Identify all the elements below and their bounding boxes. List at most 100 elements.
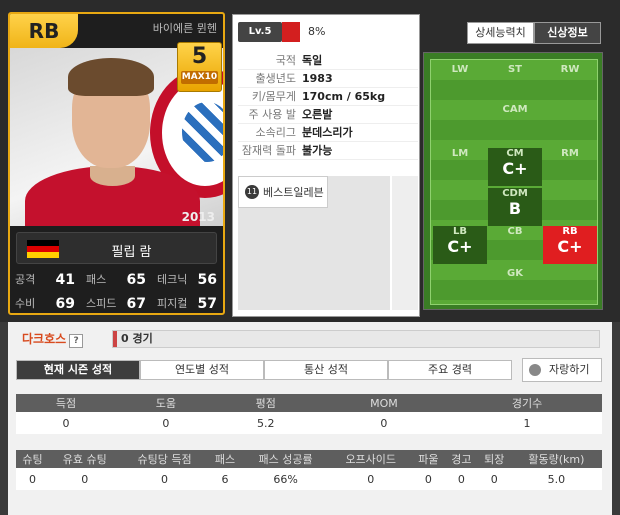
pitch-lb: LB C+ (433, 226, 487, 264)
name-bar: 필립 람 (16, 232, 217, 264)
label: RM (561, 148, 579, 159)
info-row: 주 사용 발 오른발 (238, 106, 418, 124)
table-header: 경고 (444, 450, 478, 468)
table-cell: 0 (315, 412, 453, 434)
table-cell: 0 (329, 468, 412, 490)
pitch-cam: CAM (488, 104, 542, 142)
table-cell: 1 (452, 412, 602, 434)
label: 독일 (302, 54, 323, 67)
label: LW (451, 64, 469, 75)
table-cell: 0 (120, 468, 209, 490)
label: 국적 (275, 54, 296, 67)
table-header: 평점 (215, 394, 316, 412)
table-header: 패스 (208, 450, 242, 468)
label: 불가능 (302, 144, 333, 157)
label: C+ (557, 237, 583, 256)
table-header: 활동량(km) (510, 450, 602, 468)
table-cell: 0 (16, 468, 49, 490)
label: 다크호스 (22, 332, 67, 346)
label: 1983 (302, 72, 333, 85)
max-label: MAX10 (181, 71, 218, 84)
pitch-st: ST (488, 64, 542, 102)
table-header: 경기수 (452, 394, 602, 412)
label: 170cm / 65kg (302, 90, 386, 103)
stat-label: 피지컬 (157, 297, 188, 310)
info-row: 소속리그 분데스리가 (238, 124, 418, 142)
pitch-cb: CB (488, 226, 542, 264)
tab-major-career[interactable]: 주요 경력 (388, 360, 512, 380)
overall-badge: 5 MAX10 (177, 42, 222, 92)
help-icon[interactable]: ? (69, 334, 84, 348)
season-panel: 다크호스? 0 경기 현재 시즌 성적 연도별 성적 통산 성적 주요 경력 자… (8, 322, 612, 515)
pitch-field: LW ST RW CAM LM CM C+ RM CDM B LB C+ CB RB C… (430, 59, 598, 305)
table-cell: 0 (444, 468, 478, 490)
tab-career-total[interactable]: 통산 성적 (264, 360, 388, 380)
pitch-cm: CM C+ (488, 148, 542, 186)
position-pitch: LW ST RW CAM LM CM C+ RM CDM B LB C+ CB RB C… (423, 52, 603, 310)
info-row: 출생년도 1983 (238, 70, 418, 88)
table-cell: 66% (241, 468, 330, 490)
player-card: RB 바이에른 뮌헨 2013 5 MAX10 필립 람 공격 41 패스 65 테… (8, 12, 225, 315)
label: RW (560, 64, 580, 75)
table-header: 유효 슈팅 (48, 450, 121, 468)
label: 오른발 (302, 108, 333, 121)
info-tabs: 상세능력치 신상정보 (467, 22, 601, 44)
label: C+ (447, 237, 473, 256)
table-header: 퇴장 (477, 450, 511, 468)
stat-value: 56 (197, 272, 217, 288)
detail-table: 슈팅 유효 슈팅 슈팅당 득점 패스 패스 성공률 오프사이드 파울 경고 퇴장 활동량(km) … (16, 450, 602, 490)
tab-yearly[interactable]: 연도별 성적 (140, 360, 264, 380)
tab-detail-stats[interactable]: 상세능력치 (467, 22, 534, 44)
label: GK (507, 268, 523, 279)
label: B (508, 199, 522, 218)
pitch-rm: RM (543, 148, 597, 186)
overall-value: 5 (191, 44, 208, 69)
share-button[interactable]: 자랑하기 (522, 358, 602, 382)
info-row: 국적 독일 (238, 52, 418, 70)
table-cell: 0 (48, 468, 121, 490)
skill-item[interactable]: 11 베스트일레븐 (238, 176, 328, 208)
position-badge: RB (10, 14, 78, 48)
table-cell: 0 (477, 468, 511, 490)
stat-label: 패스 (86, 273, 107, 286)
level-fill (282, 22, 300, 42)
label: LM (451, 148, 469, 159)
table-header: 도움 (115, 394, 216, 412)
table-header: 슈팅당 득점 (120, 450, 209, 468)
pitch-lm: LM (433, 148, 487, 186)
table-cell: 5.2 (215, 412, 316, 434)
label: CAM (502, 104, 528, 115)
stat-value: 41 (55, 272, 75, 288)
label: 분데스리가 (302, 126, 353, 139)
info-row: 키/몸무게 170cm / 65kg (238, 88, 418, 106)
table-cell: 0 (411, 468, 445, 490)
stat-value: 67 (126, 296, 146, 312)
stat-label: 테크닉 (157, 273, 188, 286)
club-name: 바이에른 뮌헨 (152, 22, 217, 35)
stat-label: 스피드 (86, 297, 117, 310)
label: RB (562, 226, 578, 237)
table-header: MOM (315, 394, 453, 412)
games-bar: 0 경기 (112, 330, 600, 348)
player-name: 필립 람 (111, 245, 152, 260)
skill-scrollbar[interactable] (392, 176, 418, 310)
table-header: 슈팅 (16, 450, 49, 468)
pitch-cdm: CDM B (488, 188, 542, 226)
label: CM (506, 148, 524, 159)
skill-label: 베스트일레븐 (263, 186, 324, 199)
level-label: Lv.5 (238, 22, 282, 42)
stats-grid: 공격 41 패스 65 테크닉 56 수비 69 스피드 67 피지컬 57 (12, 268, 223, 313)
pitch-rb: RB C+ (543, 226, 597, 264)
level-percent: 8% (308, 25, 326, 38)
table-header: 패스 성공률 (241, 450, 330, 468)
table-header: 득점 (16, 394, 116, 412)
label: 주 사용 발 (248, 108, 296, 121)
level-bar: Lv.5 8% (238, 22, 418, 42)
tab-current-season[interactable]: 현재 시즌 성적 (16, 360, 140, 380)
games-count: 0 경기 (121, 332, 153, 345)
tab-personal-info[interactable]: 신상정보 (534, 22, 601, 44)
table-header: 오프사이드 (329, 450, 412, 468)
summary-table: 득점 도움 평점 MOM 경기수 0 0 5.2 0 1 (16, 394, 602, 434)
stat-label: 수비 (15, 297, 36, 310)
stat-value: 65 (126, 272, 146, 288)
